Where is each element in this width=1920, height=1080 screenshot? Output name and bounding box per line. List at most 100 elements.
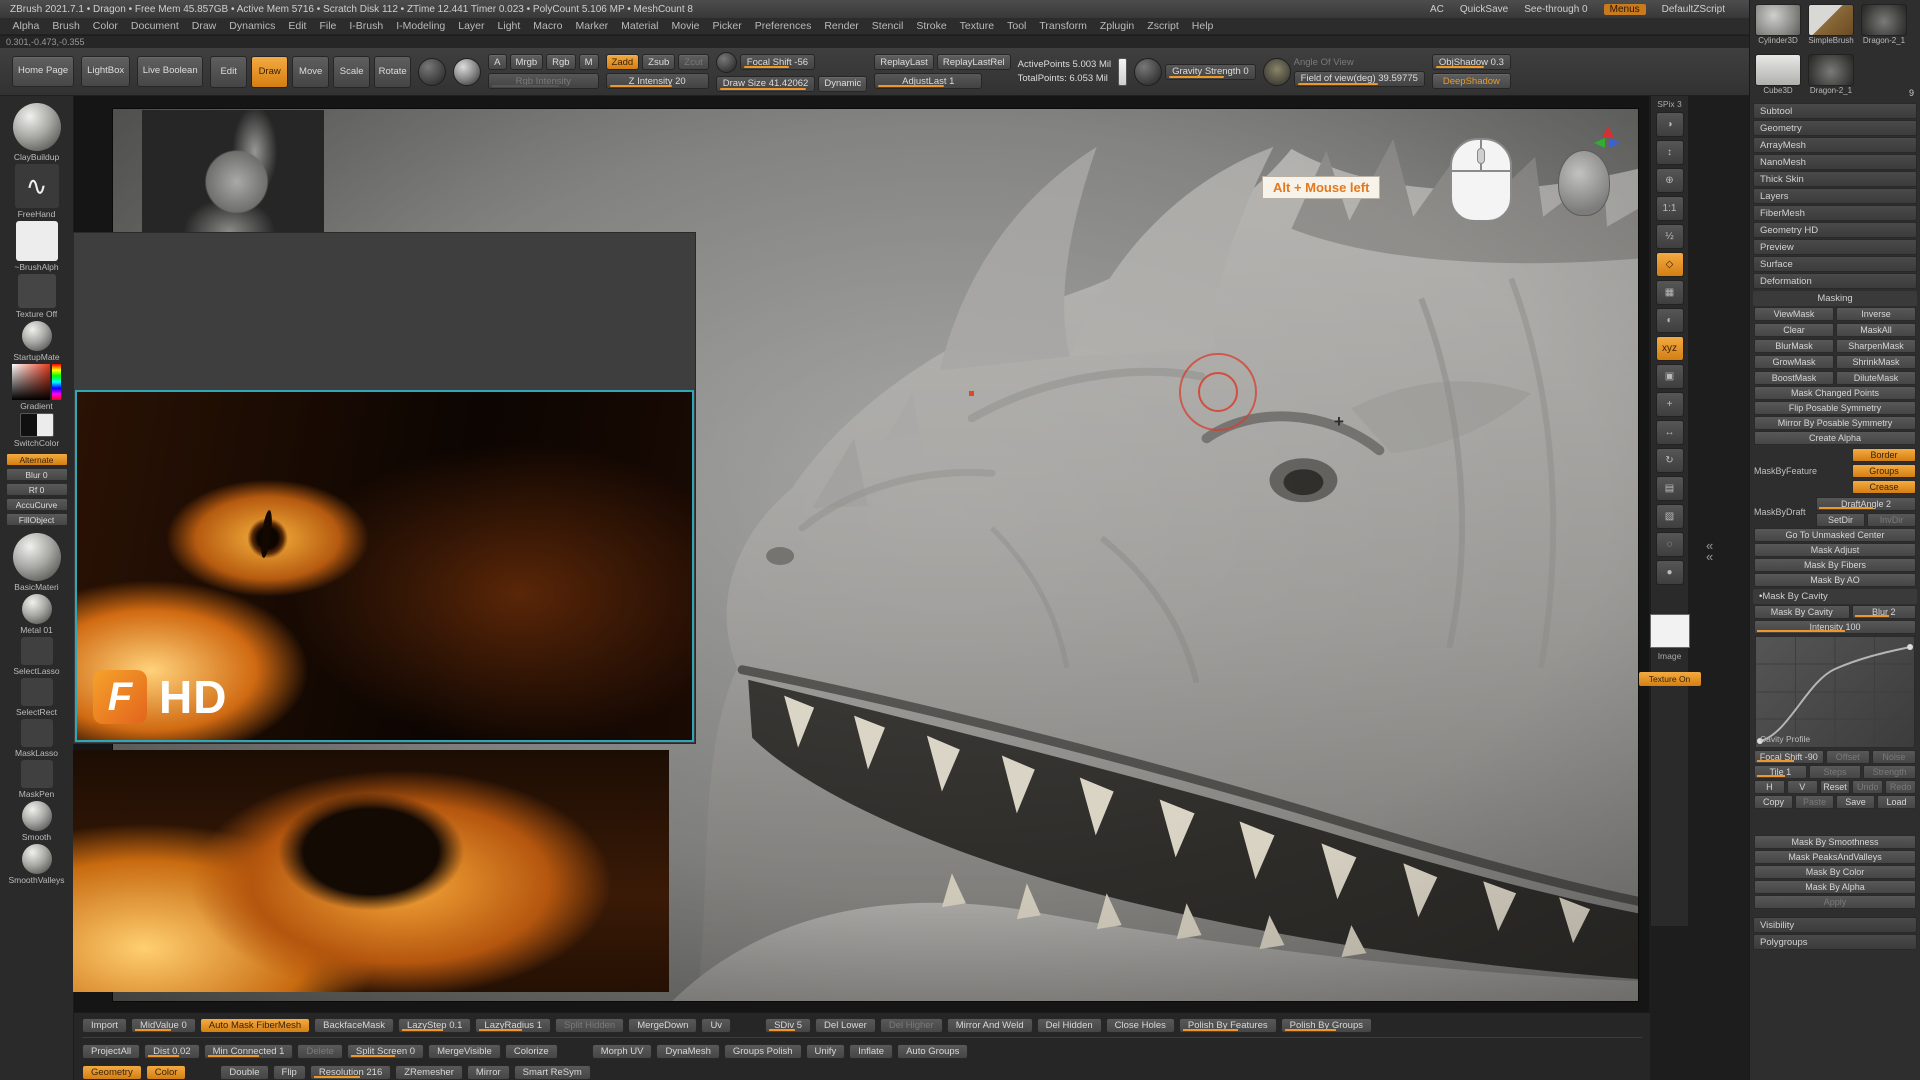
texture-image-thumbnail[interactable]: [1650, 614, 1690, 648]
menu-item[interactable]: Stroke: [910, 20, 953, 32]
tool-section-button[interactable]: Geometry HD: [1753, 222, 1917, 238]
angle-of-view-icon[interactable]: [1263, 58, 1291, 86]
mask-by-cavity-button[interactable]: Mask By Cavity: [1754, 605, 1850, 619]
live-boolean-button[interactable]: Live Boolean: [137, 56, 203, 87]
menu-item[interactable]: Document: [124, 20, 185, 32]
bottom-control[interactable]: Close Holes: [1106, 1018, 1175, 1033]
draft-angle-slider[interactable]: DraftAngle 2: [1816, 497, 1916, 511]
rf-value[interactable]: Rf 0: [6, 483, 68, 496]
smooth-brush[interactable]: Smooth: [0, 801, 73, 842]
cavity-focal-shift-slider[interactable]: Focal Shift -90: [1754, 750, 1824, 764]
replay-last-button[interactable]: ReplayLast: [874, 54, 934, 70]
bottom-control[interactable]: Double: [220, 1065, 268, 1080]
tool-section-button[interactable]: ArrayMesh: [1753, 137, 1917, 153]
sculptris-pro-icon[interactable]: [716, 52, 737, 73]
feature-button[interactable]: Groups: [1852, 464, 1916, 478]
mask-by-smoothness-button[interactable]: Mask By Smoothness: [1754, 835, 1916, 849]
ac-button[interactable]: AC: [1430, 4, 1444, 15]
gravity-strength-slider[interactable]: Gravity Strength 0: [1165, 64, 1256, 80]
objshadow-slider[interactable]: ObjShadow 0.3: [1432, 54, 1511, 70]
offset-button[interactable]: Offset: [1826, 750, 1870, 764]
cavity-blur-slider[interactable]: Blur 2: [1852, 605, 1916, 619]
clipboard-button[interactable]: Copy: [1754, 795, 1793, 809]
menu-item[interactable]: Preferences: [748, 20, 818, 32]
see-through-slider[interactable]: See-through 0: [1524, 4, 1587, 15]
clipboard-button[interactable]: Save: [1836, 795, 1875, 809]
persp-icon[interactable]: ◇: [1656, 252, 1684, 277]
bottom-control[interactable]: MidValue 0: [131, 1018, 196, 1033]
tool-thumb-simplebrush[interactable]: SimpleBrush: [1806, 4, 1856, 51]
bottom-control[interactable]: Auto Groups: [897, 1044, 968, 1059]
scroll-icon[interactable]: ↕: [1656, 140, 1684, 165]
bottom-control[interactable]: SDiv 5: [765, 1018, 811, 1033]
clipboard-button[interactable]: Paste: [1795, 795, 1834, 809]
mask-changed-points-button[interactable]: Mask Changed Points: [1754, 386, 1916, 400]
fillobject-label[interactable]: FillObject: [6, 513, 68, 526]
edit-button[interactable]: Edit: [210, 56, 247, 88]
mask-button[interactable]: BlurMask: [1754, 339, 1834, 353]
color-picker[interactable]: Gradient: [0, 364, 73, 411]
mirror-posable-symmetry-button[interactable]: Mirror By Posable Symmetry: [1754, 416, 1916, 430]
bottom-control[interactable]: Del Lower: [815, 1018, 876, 1033]
spix-slider[interactable]: SPix 3: [1657, 99, 1682, 109]
create-alpha-button[interactable]: Create Alpha: [1754, 431, 1916, 445]
bottom-control[interactable]: Resolution 216: [310, 1065, 391, 1080]
bottom-control[interactable]: Min Connected 1: [204, 1044, 294, 1059]
color-picker-widget[interactable]: [12, 364, 61, 400]
menu-item[interactable]: Light: [491, 20, 527, 32]
zoom-icon[interactable]: ⊕: [1656, 168, 1684, 193]
bottom-control[interactable]: ProjectAll: [82, 1044, 140, 1059]
menu-item[interactable]: Help: [1185, 20, 1220, 32]
tool-section-button[interactable]: FiberMesh: [1753, 205, 1917, 221]
tool-section-button[interactable]: NanoMesh: [1753, 154, 1917, 170]
rf-slider[interactable]: Rf 0: [0, 483, 73, 496]
dynamic-toggle[interactable]: Dynamic: [818, 76, 867, 92]
bottom-control[interactable]: [190, 1065, 216, 1080]
bottom-control[interactable]: ZRemesher: [395, 1065, 463, 1080]
hv-button[interactable]: Redo: [1885, 780, 1916, 794]
visibility-section[interactable]: Visibility: [1753, 917, 1917, 933]
steps-button[interactable]: Steps: [1809, 765, 1862, 779]
menu-item[interactable]: Alpha: [6, 20, 46, 32]
mask-by-alpha-button[interactable]: Mask By Alpha: [1754, 880, 1916, 894]
quicksave-button[interactable]: QuickSave: [1460, 4, 1508, 15]
menu-item[interactable]: Brush: [46, 20, 86, 32]
brush-claybuildup[interactable]: ClayBuildup: [0, 103, 73, 162]
bottom-control[interactable]: Import: [82, 1018, 127, 1033]
menu-item[interactable]: Stencil: [865, 20, 910, 32]
strength-button[interactable]: Strength: [1863, 765, 1916, 779]
deepshadow-button[interactable]: DeepShadow: [1432, 73, 1511, 89]
feature-button[interactable]: Crease: [1852, 480, 1916, 494]
texture-selector[interactable]: Texture Off: [0, 274, 73, 319]
rotate-icon[interactable]: ↻: [1656, 448, 1684, 473]
polyframe-icon[interactable]: ▤: [1656, 476, 1684, 501]
texture-on-button[interactable]: Texture On: [1639, 672, 1701, 686]
mask-button[interactable]: ShrinkMask: [1836, 355, 1916, 369]
mrgb-toggle[interactable]: Mrgb: [510, 54, 544, 70]
adjust-last-slider[interactable]: AdjustLast 1: [874, 73, 982, 89]
accucurve-label[interactable]: AccuCurve: [6, 498, 68, 511]
select-rect-brush[interactable]: SelectRect: [0, 678, 73, 717]
tool-thumb-cylinder3d[interactable]: Cylinder3D: [1753, 4, 1803, 51]
mask-button[interactable]: DiluteMask: [1836, 371, 1916, 385]
feature-button[interactable]: Border: [1852, 448, 1916, 462]
menu-item[interactable]: I-Brush: [343, 20, 390, 32]
bottom-control[interactable]: Colorize: [505, 1044, 558, 1059]
tool-section-button[interactable]: Thick Skin: [1753, 171, 1917, 187]
xyz-icon[interactable]: xyz: [1656, 336, 1684, 361]
startup-material[interactable]: StartupMate: [0, 321, 73, 362]
select-lasso-brush[interactable]: SelectLasso: [0, 637, 73, 676]
masking-header[interactable]: Masking: [1753, 291, 1917, 306]
menu-item[interactable]: Transform: [1033, 20, 1093, 32]
tile-slider[interactable]: Tile 1: [1754, 765, 1807, 779]
hv-button[interactable]: Undo: [1852, 780, 1883, 794]
tool-section-button[interactable]: Layers: [1753, 188, 1917, 204]
alternate-toggle[interactable]: Alternate: [0, 453, 73, 466]
tool-section-button[interactable]: Subtool: [1753, 103, 1917, 119]
defaultzscript-button[interactable]: DefaultZScript: [1662, 4, 1725, 15]
mask-button[interactable]: ViewMask: [1754, 307, 1834, 321]
tool-section-button[interactable]: Deformation: [1753, 273, 1917, 289]
alternate-button[interactable]: Alternate: [6, 453, 68, 466]
local-sym-icon[interactable]: ◐: [1656, 308, 1684, 333]
hue-strip[interactable]: [52, 364, 61, 400]
